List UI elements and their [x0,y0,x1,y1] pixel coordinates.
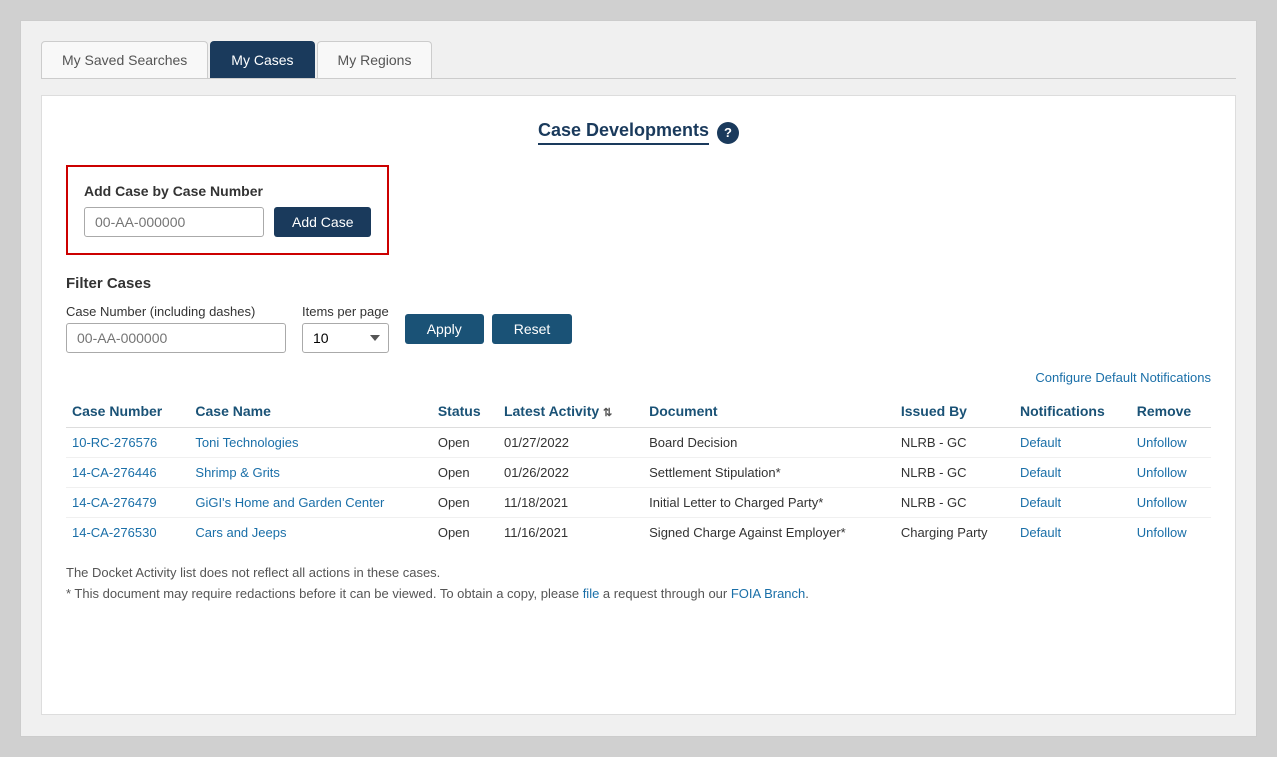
cell-case-number: 14-CA-276530 [66,518,189,548]
cell-case-number: 14-CA-276446 [66,458,189,488]
tab-my-regions[interactable]: My Regions [317,41,433,78]
case-number-link[interactable]: 14-CA-276530 [72,525,157,540]
filter-title: Filter Cases [66,275,1211,292]
panel-title: Case Developments [538,120,709,145]
panel-header: Case Developments ? [66,120,1211,145]
add-case-label: Add Case by Case Number [84,183,371,199]
foia-link[interactable]: file [583,586,600,601]
filter-row: Case Number (including dashes) Items per… [66,304,1211,353]
col-status: Status [432,395,498,428]
cell-issued-by: Charging Party [895,518,1014,548]
cell-remove: Unfollow [1131,488,1211,518]
tabs: My Saved Searches My Cases My Regions [41,41,1236,79]
filter-items-per-page-label: Items per page [302,304,389,319]
apply-button[interactable]: Apply [405,314,484,344]
tab-saved-searches[interactable]: My Saved Searches [41,41,208,78]
cell-issued-by: NLRB - GC [895,428,1014,458]
configure-default-notifications-link[interactable]: Configure Default Notifications [1035,370,1211,385]
cell-case-number: 10-RC-276576 [66,428,189,458]
case-name-link[interactable]: Shrimp & Grits [195,465,280,480]
col-document: Document [643,395,895,428]
cell-document: Initial Letter to Charged Party* [643,488,895,518]
cell-status: Open [432,518,498,548]
unfollow-link[interactable]: Unfollow [1137,465,1187,480]
cell-issued-by: NLRB - GC [895,458,1014,488]
footnotes: The Docket Activity list does not reflec… [66,563,1211,605]
configure-link-row: Configure Default Notifications [66,369,1211,385]
cell-latest-activity: 11/18/2021 [498,488,643,518]
case-name-link[interactable]: Toni Technologies [195,435,298,450]
cell-document: Signed Charge Against Employer* [643,518,895,548]
case-name-link[interactable]: Cars and Jeeps [195,525,286,540]
cell-notifications: Default [1014,518,1131,548]
col-remove: Remove [1131,395,1211,428]
add-case-button[interactable]: Add Case [274,207,371,237]
cases-table: Case Number Case Name Status Latest Acti… [66,395,1211,547]
outer-container: My Saved Searches My Cases My Regions Ca… [20,20,1257,737]
unfollow-link[interactable]: Unfollow [1137,435,1187,450]
case-name-link[interactable]: GiGI's Home and Garden Center [195,495,384,510]
case-number-link[interactable]: 14-CA-276479 [72,495,157,510]
table-row: 14-CA-276530 Cars and Jeeps Open 11/16/2… [66,518,1211,548]
cell-case-name: Shrimp & Grits [189,458,431,488]
cell-case-name: Toni Technologies [189,428,431,458]
cell-status: Open [432,488,498,518]
filter-items-per-page-group: Items per page 10 25 50 100 [302,304,389,353]
notifications-link[interactable]: Default [1020,465,1061,480]
cell-latest-activity: 11/16/2021 [498,518,643,548]
cell-case-name: GiGI's Home and Garden Center [189,488,431,518]
notifications-link[interactable]: Default [1020,525,1061,540]
cell-latest-activity: 01/27/2022 [498,428,643,458]
col-notifications: Notifications [1014,395,1131,428]
cell-status: Open [432,428,498,458]
unfollow-link[interactable]: Unfollow [1137,495,1187,510]
table-row: 14-CA-276479 GiGI's Home and Garden Cent… [66,488,1211,518]
col-case-name: Case Name [189,395,431,428]
help-icon[interactable]: ? [717,122,739,144]
table-row: 10-RC-276576 Toni Technologies Open 01/2… [66,428,1211,458]
cell-remove: Unfollow [1131,428,1211,458]
filter-buttons: Apply Reset [405,314,573,344]
cell-remove: Unfollow [1131,458,1211,488]
cell-latest-activity: 01/26/2022 [498,458,643,488]
cell-notifications: Default [1014,488,1131,518]
items-per-page-select[interactable]: 10 25 50 100 [302,323,389,353]
case-number-link[interactable]: 14-CA-276446 [72,465,157,480]
cell-case-name: Cars and Jeeps [189,518,431,548]
table-row: 14-CA-276446 Shrimp & Grits Open 01/26/2… [66,458,1211,488]
main-panel: Case Developments ? Add Case by Case Num… [41,95,1236,715]
add-case-box: Add Case by Case Number Add Case [66,165,389,255]
cell-issued-by: NLRB - GC [895,488,1014,518]
notifications-link[interactable]: Default [1020,435,1061,450]
filter-case-number-label: Case Number (including dashes) [66,304,286,319]
cell-case-number: 14-CA-276479 [66,488,189,518]
filter-case-number-input[interactable] [66,323,286,353]
footnote-2: * This document may require redactions b… [66,584,1211,605]
cell-status: Open [432,458,498,488]
cell-notifications: Default [1014,428,1131,458]
foia-branch-link[interactable]: FOIA Branch [731,586,805,601]
unfollow-link[interactable]: Unfollow [1137,525,1187,540]
cell-notifications: Default [1014,458,1131,488]
case-number-link[interactable]: 10-RC-276576 [72,435,157,450]
col-case-number: Case Number [66,395,189,428]
col-issued-by: Issued By [895,395,1014,428]
col-latest-activity[interactable]: Latest Activity ⇅ [498,395,643,428]
add-case-input[interactable] [84,207,264,237]
filter-section: Filter Cases Case Number (including dash… [66,275,1211,353]
filter-case-number-group: Case Number (including dashes) [66,304,286,353]
reset-button[interactable]: Reset [492,314,573,344]
cell-document: Board Decision [643,428,895,458]
add-case-row: Add Case [84,207,371,237]
cell-document: Settlement Stipulation* [643,458,895,488]
tab-my-cases[interactable]: My Cases [210,41,314,78]
cell-remove: Unfollow [1131,518,1211,548]
sort-icon: ⇅ [603,407,612,419]
table-header-row: Case Number Case Name Status Latest Acti… [66,395,1211,428]
notifications-link[interactable]: Default [1020,495,1061,510]
footnote-1: The Docket Activity list does not reflec… [66,563,1211,584]
